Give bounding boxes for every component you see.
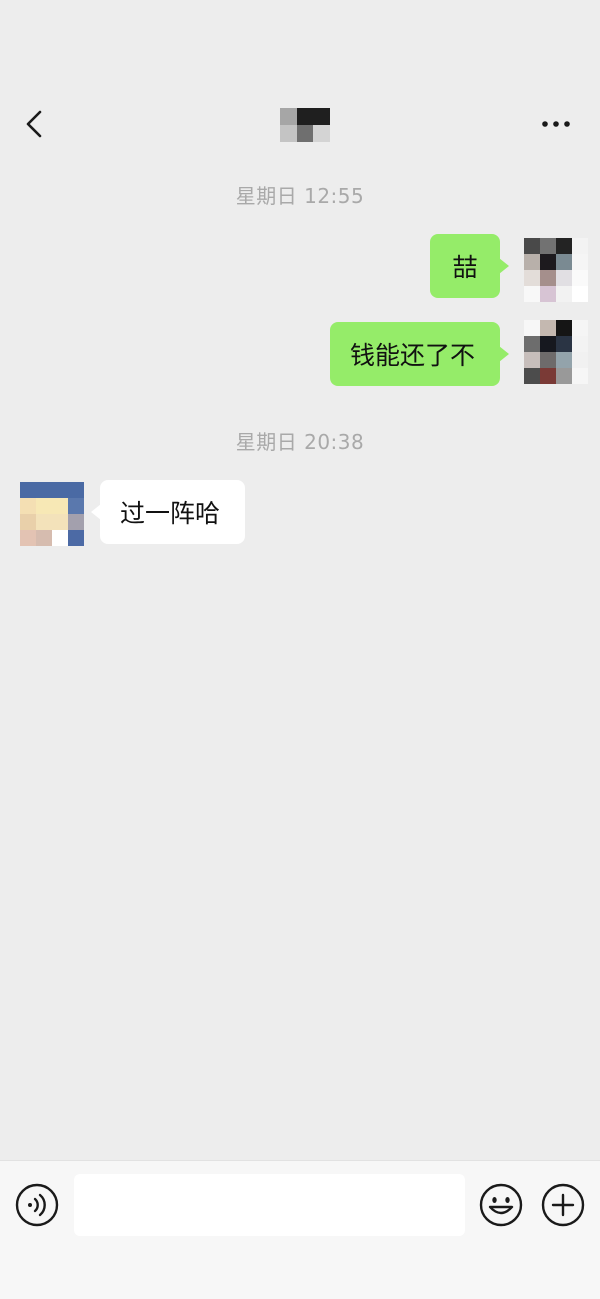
outgoing-message-bubble[interactable]: 钱能还了不	[330, 322, 509, 386]
mosaic-cell	[20, 530, 36, 546]
chat-title-avatar	[280, 108, 330, 142]
chat-screen: 星期日 12:55 喆 钱能还了不 星期日 20:38 过一阵哈	[0, 0, 600, 1299]
mosaic-cell	[572, 320, 588, 336]
message-text: 喆	[452, 253, 478, 282]
mosaic-cell	[20, 482, 36, 498]
mosaic-cell	[572, 286, 588, 302]
mosaic-cell	[524, 368, 540, 384]
mosaic-cell	[296, 125, 314, 142]
incoming-message-bubble[interactable]: 过一阵哈	[91, 480, 245, 544]
mosaic-cell	[556, 352, 572, 368]
mosaic-cell	[52, 530, 68, 546]
mosaic-cell	[36, 482, 52, 498]
mosaic-cell	[68, 530, 84, 546]
mosaic-cell	[556, 336, 572, 352]
timestamp: 星期日 12:55	[235, 184, 365, 208]
mosaic-cell	[68, 498, 84, 514]
mosaic-cell	[68, 482, 84, 498]
voice-button[interactable]	[15, 1183, 59, 1227]
mosaic-cell	[524, 320, 540, 336]
mosaic-cell	[36, 530, 52, 546]
mosaic-cell	[524, 238, 540, 254]
more-options-button[interactable]	[536, 112, 576, 136]
my-avatar[interactable]	[524, 238, 588, 302]
mosaic-cell	[556, 286, 572, 302]
back-button[interactable]	[18, 106, 54, 142]
more-dots-icon	[542, 121, 570, 127]
mosaic-cell	[68, 514, 84, 530]
mosaic-cell	[572, 270, 588, 286]
mosaic-cell	[572, 238, 588, 254]
message-text: 钱能还了不	[350, 341, 476, 370]
mosaic-cell	[524, 286, 540, 302]
mosaic-cell	[313, 108, 330, 125]
my-avatar[interactable]	[524, 320, 588, 384]
mosaic-cell	[524, 254, 540, 270]
more-functions-button[interactable]	[541, 1183, 585, 1227]
contact-avatar[interactable]	[20, 482, 84, 546]
mosaic-cell	[20, 498, 36, 514]
mosaic-cell	[280, 108, 297, 125]
mosaic-cell	[540, 368, 556, 384]
mosaic-cell	[540, 320, 556, 336]
mosaic-cell	[556, 254, 572, 270]
message-text: 过一阵哈	[120, 499, 221, 528]
timestamp: 星期日 20:38	[235, 430, 365, 454]
mosaic-cell	[52, 498, 68, 514]
mosaic-cell	[280, 125, 297, 142]
mosaic-cell	[572, 352, 588, 368]
chevron-left-icon	[26, 110, 42, 138]
mosaic-cell	[52, 482, 68, 498]
mosaic-cell	[524, 352, 540, 368]
mosaic-cell	[540, 270, 556, 286]
mosaic-cell	[20, 514, 36, 530]
mosaic-cell	[556, 270, 572, 286]
emoji-icon	[479, 1183, 523, 1227]
mosaic-cell	[556, 368, 572, 384]
mosaic-cell	[540, 286, 556, 302]
mosaic-cell	[540, 254, 556, 270]
mosaic-cell	[36, 498, 52, 514]
mosaic-cell	[572, 254, 588, 270]
mosaic-cell	[36, 514, 52, 530]
mosaic-cell	[313, 125, 330, 142]
mosaic-cell	[556, 238, 572, 254]
mosaic-cell	[572, 368, 588, 384]
mosaic-cell	[52, 514, 68, 530]
plus-icon	[541, 1183, 585, 1227]
voice-icon	[15, 1183, 59, 1227]
message-input[interactable]	[74, 1174, 465, 1236]
mosaic-cell	[296, 108, 314, 125]
mosaic-cell	[540, 352, 556, 368]
mosaic-cell	[556, 320, 572, 336]
chat-input-bar	[0, 1160, 600, 1299]
mosaic-cell	[572, 336, 588, 352]
mosaic-cell	[540, 336, 556, 352]
emoji-button[interactable]	[479, 1183, 523, 1227]
outgoing-message-bubble[interactable]: 喆	[430, 234, 509, 298]
mosaic-cell	[524, 270, 540, 286]
mosaic-cell	[540, 238, 556, 254]
mosaic-cell	[524, 336, 540, 352]
